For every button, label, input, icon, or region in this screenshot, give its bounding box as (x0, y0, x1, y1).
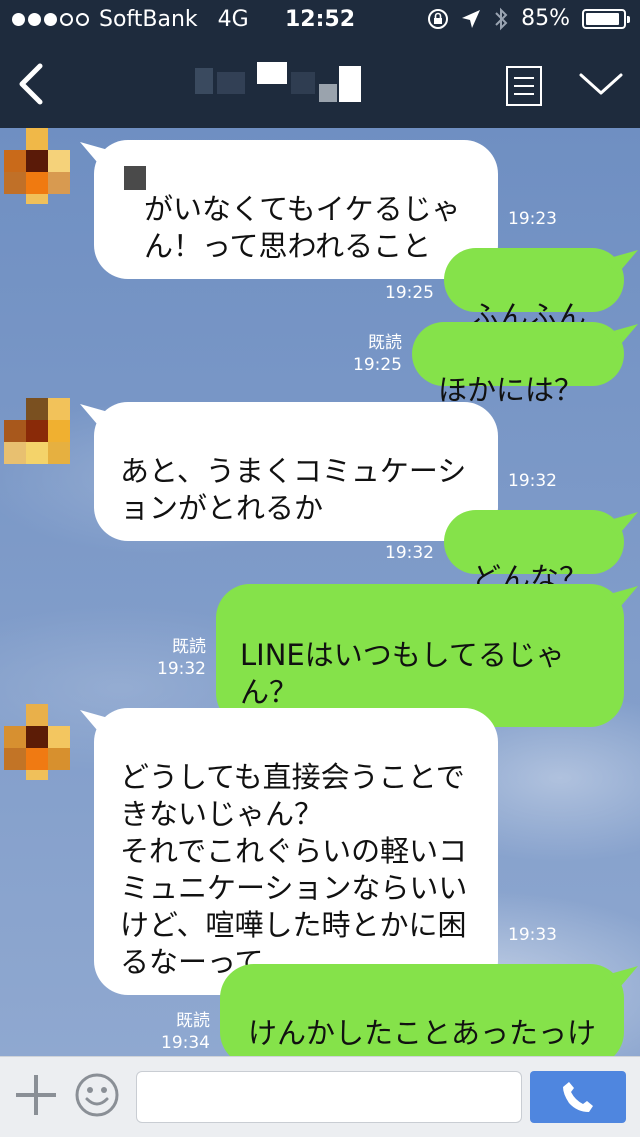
message-text: どうしても直接会うことできないじゃん？ それでこれぐらいの軽いコミュニケーション… (120, 760, 468, 979)
plus-icon[interactable] (16, 1075, 56, 1115)
message-bubble-incoming[interactable]: どうしても直接会うことできないじゃん？ それでこれぐらいの軽いコミュニケーション… (94, 708, 498, 995)
message-time: 19:33 (508, 925, 557, 945)
read-receipt: 既読 (368, 333, 402, 353)
chat-header (0, 40, 640, 128)
message-bubble-outgoing[interactable]: LINEはいつもしてるじゃん？ (216, 584, 624, 727)
battery-icon (582, 8, 630, 29)
message-time: 19:25 (385, 283, 434, 303)
call-button[interactable] (530, 1071, 626, 1123)
rotation-lock-icon (428, 8, 449, 29)
location-icon (462, 9, 481, 28)
contact-avatar[interactable] (4, 128, 70, 204)
read-receipt: 既読 (176, 1011, 210, 1031)
chevron-down-icon[interactable] (578, 70, 624, 98)
contact-avatar[interactable] (4, 398, 70, 464)
status-bar: SoftBank 4G 12:52 85% (0, 0, 640, 40)
message-input-bar (0, 1056, 640, 1137)
message-input[interactable] (136, 1071, 522, 1123)
message-bubble-outgoing[interactable]: どんな？ (444, 510, 624, 595)
message-time: 19:32 (508, 471, 557, 491)
message-meta: 既読 19:34 (140, 1010, 210, 1054)
message-time: 19:34 (161, 1033, 210, 1053)
message-bubble-outgoing[interactable]: ふんふん (444, 248, 624, 333)
chat-area[interactable]: がいなくてもイケるじゃん！って思われること 19:23 既読 19:25 ふんふ… (0, 128, 640, 1056)
back-chevron-icon[interactable] (14, 62, 48, 106)
message-meta: 既読 19:25 (364, 260, 434, 304)
contact-name-redacted (195, 62, 365, 106)
message-text: がいなくてもイケるじゃん！って思われること (144, 192, 461, 263)
message-meta: 既読 19:32 (364, 520, 434, 564)
redaction-mark (124, 166, 146, 190)
message-text: あと、うまくコミュケーションがとれるか (120, 454, 467, 525)
bluetooth-icon (495, 7, 508, 30)
message-meta: 既読 19:25 (332, 332, 402, 376)
message-bubble-incoming[interactable]: がいなくてもイケるじゃん！って思われること (94, 140, 498, 279)
message-bubble-incoming[interactable]: あと、うまくコミュケーションがとれるか (94, 402, 498, 541)
message-text: LINEはいつもしてるじゃん？ (240, 638, 565, 709)
read-receipt: 既読 (172, 637, 206, 657)
message-time: 19:32 (157, 659, 206, 679)
menu-icon[interactable] (506, 66, 542, 106)
message-text: けんかしたことあったっけ (248, 1016, 597, 1050)
message-time: 19:23 (508, 209, 557, 229)
smiley-icon[interactable] (74, 1072, 120, 1118)
battery-percent: 85% (521, 6, 570, 31)
message-bubble-outgoing[interactable]: ほかには？ (412, 322, 624, 407)
read-receipt: 既読 (400, 261, 434, 281)
phone-icon (563, 1082, 593, 1112)
status-right: 85% (427, 6, 630, 31)
message-meta: 既読 19:32 (136, 636, 206, 680)
read-receipt: 既読 (400, 521, 434, 541)
message-time: 19:25 (353, 355, 402, 375)
message-bubble-outgoing[interactable]: けんかしたことあったっけ (220, 964, 624, 1056)
message-time: 19:32 (385, 543, 434, 563)
contact-avatar[interactable] (4, 704, 70, 780)
